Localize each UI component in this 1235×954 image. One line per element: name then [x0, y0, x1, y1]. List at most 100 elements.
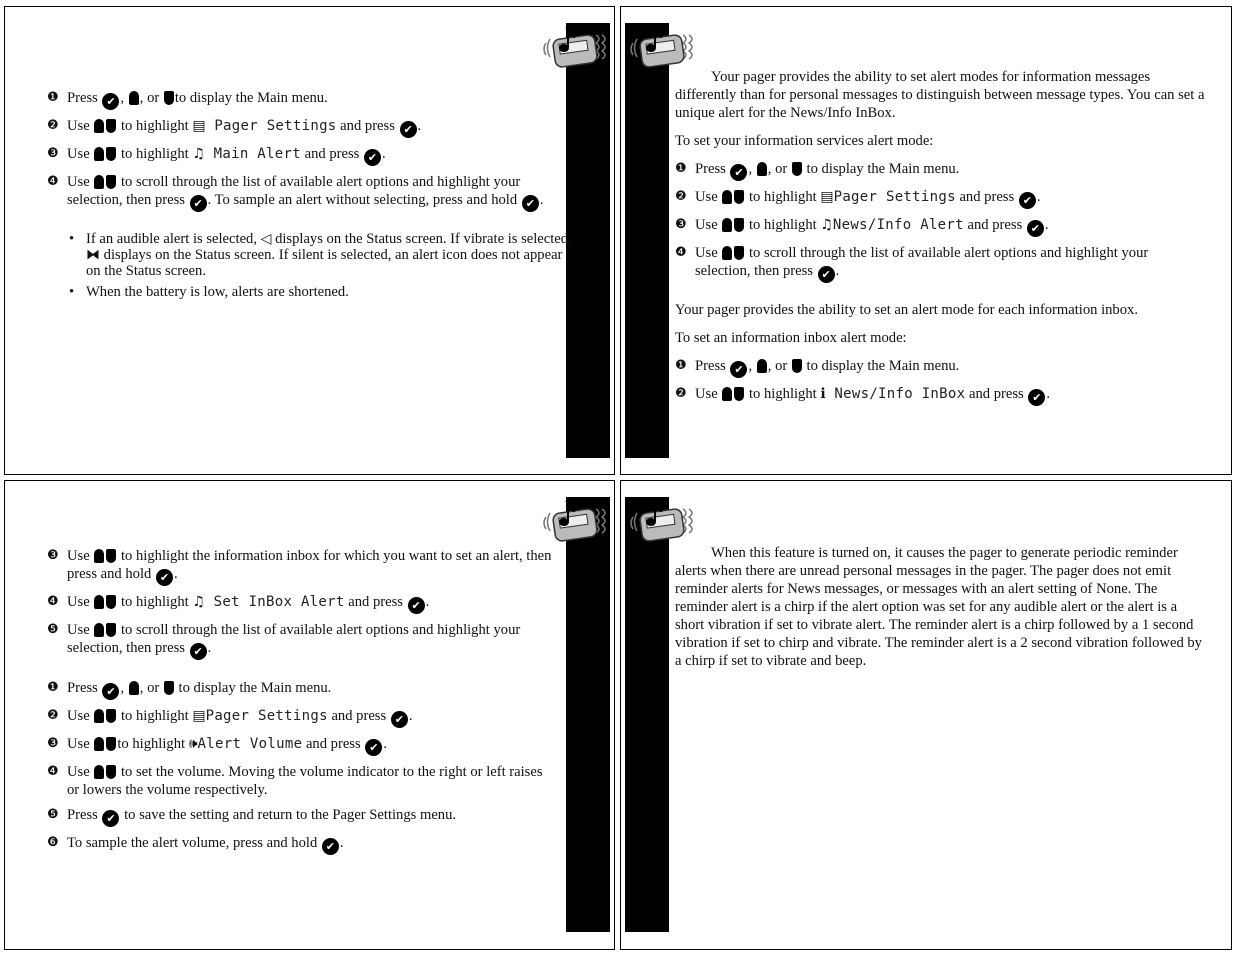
step-number: ❶	[675, 358, 687, 373]
step-item: ❷ Use to highlight ▤Pager Settings and pr…	[675, 189, 1041, 209]
step-number: ❶	[47, 680, 59, 695]
lcd-menu-text: News/Info InBox	[825, 386, 966, 402]
check-button-icon: ✔	[390, 711, 408, 728]
down-button-icon	[106, 623, 117, 637]
lcd-menu-text: Pager Settings	[205, 118, 337, 134]
bullet-item: If an audible alert is selected, ◁ displ…	[67, 231, 577, 279]
down-button-icon	[791, 162, 802, 176]
lcd-menu-text: Main Alert	[204, 146, 301, 162]
up-button-icon	[756, 162, 767, 176]
down-button-icon	[734, 190, 745, 204]
step-item: ❶ Press ✔, , or to display the Main menu.	[47, 90, 328, 110]
check-button-icon: ✔	[730, 164, 748, 181]
step-item: ❹ Use to highlight ♫ Set InBox Alert and …	[47, 594, 430, 614]
black-margin-bar	[625, 23, 669, 458]
steps-list: ❶ Press ✔, , or to display the Main menu.…	[675, 357, 1205, 406]
step-number: ❻	[47, 835, 59, 850]
check-button-icon: ✔	[407, 597, 425, 614]
lcd-menu-text: Set InBox Alert	[204, 594, 345, 610]
lead-paragraph: To set an information inbox alert mode:	[675, 330, 907, 346]
up-button-icon	[722, 246, 733, 260]
step-number: ❷	[675, 386, 687, 401]
black-margin-bar	[566, 497, 610, 932]
check-button-icon: ✔	[102, 810, 120, 827]
down-button-icon	[106, 119, 117, 133]
step-number: ❹	[675, 245, 687, 260]
lcd-menu-text: News/Info Alert	[832, 217, 964, 233]
down-button-icon	[734, 246, 745, 260]
audible-alert-icon: ◁	[260, 231, 272, 247]
step-item: ❶ Press ✔, , or to display the Main menu.	[47, 680, 332, 700]
intro-paragraph: Your pager provides the ability to set a…	[675, 69, 1205, 121]
up-button-icon	[756, 359, 767, 373]
step-number: ❶	[47, 90, 59, 105]
check-button-icon: ✔	[102, 683, 120, 700]
step-item: ❹ Use to scroll through the list of avail…	[47, 174, 544, 212]
down-button-icon	[163, 681, 174, 695]
step-item: ❶ Press ✔, , or to display the Main menu.	[675, 358, 960, 378]
down-button-icon	[106, 147, 117, 161]
step-item: ❺ Use to scroll through the list of avail…	[47, 622, 521, 660]
up-button-icon	[94, 147, 105, 161]
step-number: ❸	[47, 736, 59, 751]
step-item: ❻ To sample the alert volume, press and h…	[47, 835, 344, 855]
up-button-icon	[722, 190, 733, 204]
step-item: ❸ Use to highlight the information inbox …	[47, 548, 552, 586]
down-button-icon	[106, 549, 117, 563]
down-button-icon	[734, 387, 745, 401]
page-panel-main-alert: ❶ Press ✔, , or to display the Main menu.…	[4, 6, 615, 475]
down-button-icon	[106, 709, 117, 723]
up-button-icon	[94, 595, 105, 609]
check-button-icon: ✔	[521, 195, 539, 212]
pager-settings-icon: ▤	[192, 118, 206, 134]
pager-with-music-note-icon	[543, 500, 606, 542]
up-button-icon	[94, 623, 105, 637]
step-number: ❸	[47, 548, 59, 563]
steps-list: ❶ Press ✔, , or to display the Main menu.…	[675, 160, 1205, 283]
check-button-icon: ✔	[189, 643, 207, 660]
down-button-icon	[163, 91, 174, 105]
intro-paragraph: Your pager provides the ability to set a…	[675, 302, 1138, 318]
up-button-icon	[94, 737, 105, 751]
up-button-icon	[128, 681, 139, 695]
step-number: ❹	[47, 594, 59, 609]
vibrate-alert-icon: ⧓	[86, 247, 100, 263]
step-number: ❹	[47, 764, 59, 779]
black-margin-bar	[625, 497, 669, 932]
check-button-icon: ✔	[365, 739, 383, 756]
step-item: ❷ Use to highlight ▤ Pager Settings and p…	[47, 118, 422, 138]
page-panel-inbox-alert-volume: ❸ Use to highlight the information inbox …	[4, 480, 615, 950]
step-number: ❸	[675, 217, 687, 232]
step-item: ❸ Use to highlight ♫News/Info Alert and p…	[675, 217, 1049, 237]
steps-list: ❶ Press ✔, , or to display the Main menu.…	[47, 89, 557, 219]
step-number: ❶	[675, 161, 687, 176]
up-button-icon	[94, 175, 105, 189]
steps-list: ❸ Use to highlight the information inbox …	[47, 547, 557, 667]
lead-paragraph: To set your information services alert m…	[675, 133, 934, 149]
pager-settings-icon: ▤	[192, 708, 206, 724]
check-button-icon: ✔	[399, 121, 417, 138]
down-button-icon	[106, 765, 117, 779]
page-panel-reminder: When this feature is turned on, it cause…	[620, 480, 1232, 950]
up-button-icon	[94, 709, 105, 723]
check-button-icon: ✔	[817, 266, 835, 283]
step-item: ❸ Use to highlight 🕪Alert Volume and pres…	[47, 736, 387, 756]
check-button-icon: ✔	[1026, 220, 1044, 237]
check-button-icon: ✔	[363, 149, 381, 166]
check-button-icon: ✔	[155, 569, 173, 586]
bullet-item: When the battery is low, alerts are shor…	[67, 284, 577, 300]
music-note-icon: ♫	[192, 594, 205, 610]
step-item: ❸ Use to highlight ♫ Main Alert and press…	[47, 146, 386, 166]
up-button-icon	[722, 387, 733, 401]
page-panel-info-alert: Your pager provides the ability to set a…	[620, 6, 1232, 475]
step-number: ❷	[675, 189, 687, 204]
step-number: ❷	[47, 708, 59, 723]
steps-list: ❶ Press ✔, , or to display the Main menu.…	[47, 679, 557, 862]
up-button-icon	[94, 765, 105, 779]
music-note-icon: ♫	[820, 217, 833, 233]
up-button-icon	[94, 549, 105, 563]
lcd-menu-text: Pager Settings	[833, 189, 956, 205]
pager-with-music-note-icon	[630, 500, 693, 542]
step-number: ❺	[47, 807, 59, 822]
step-item: ❷ Use to highlight ▤Pager Settings and pr…	[47, 708, 413, 728]
